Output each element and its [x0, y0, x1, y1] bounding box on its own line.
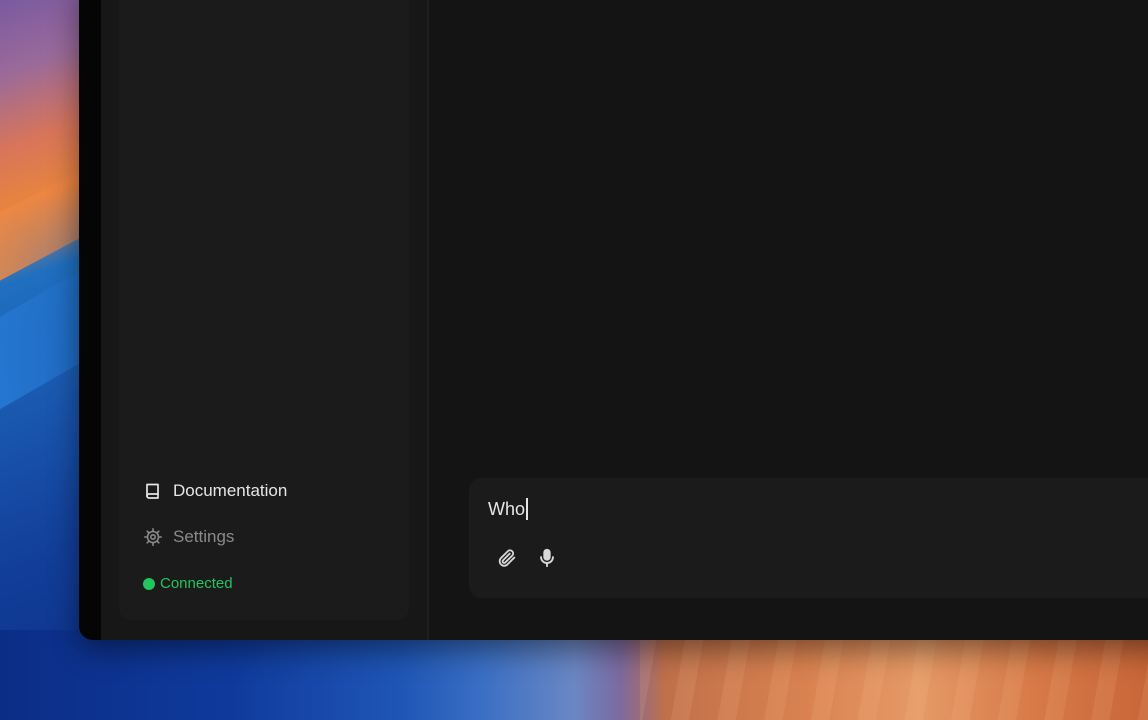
paperclip-icon	[496, 547, 518, 574]
sidebar-item-settings[interactable]: Settings	[143, 527, 234, 547]
message-input-value: Who	[488, 498, 526, 519]
status-label: Connected	[160, 575, 233, 592]
microphone-icon	[536, 547, 558, 574]
sidebar-item-label: Settings	[173, 527, 235, 546]
voice-input-button[interactable]	[535, 548, 559, 572]
gear-icon	[143, 527, 163, 547]
connection-status: Connected	[143, 575, 233, 592]
text-caret	[526, 498, 529, 520]
attach-button[interactable]	[495, 548, 519, 572]
message-input[interactable]: Who	[488, 496, 1128, 522]
wallpaper-stripes	[640, 630, 1148, 720]
status-dot-icon	[143, 577, 155, 590]
window-edge	[79, 0, 101, 640]
sidebar-item-label: Documentation	[173, 481, 288, 500]
sidebar-item-documentation[interactable]: Documentation	[143, 481, 287, 501]
book-icon	[143, 481, 163, 501]
